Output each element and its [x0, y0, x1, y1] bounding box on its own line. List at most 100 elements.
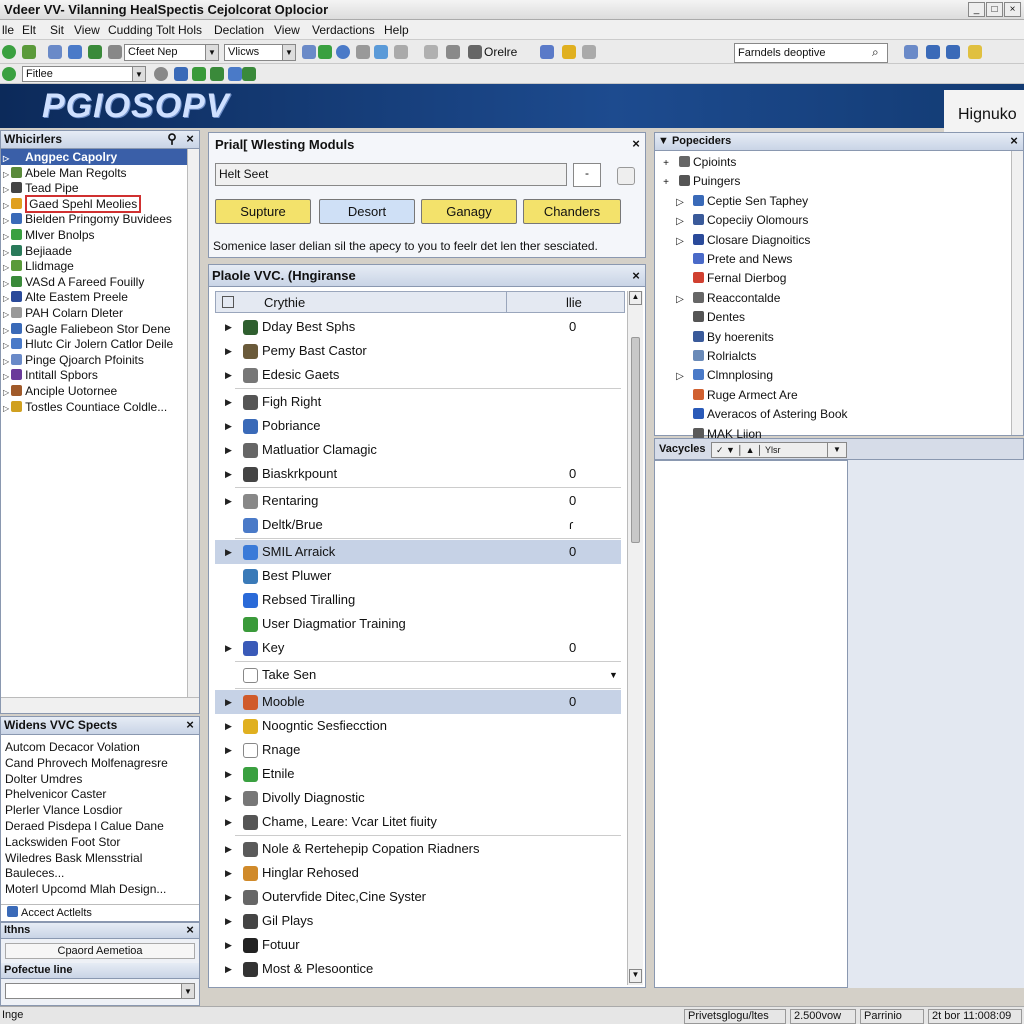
desort-button[interactable]: Desort [319, 199, 415, 224]
vvc-row[interactable]: ▶ SMIL Arraick 0 [215, 540, 621, 564]
expand-arrow-icon[interactable]: ▶ [225, 885, 232, 909]
close-icon[interactable]: × [1007, 134, 1021, 148]
footer-item[interactable]: Accect Actlelts [1, 904, 199, 921]
procedure-item[interactable]: + Cpioints [655, 153, 1011, 172]
expand-icon[interactable]: + [655, 173, 677, 192]
tree-item[interactable]: ▷ Gagle Faliebeon Stor Dene [1, 321, 199, 337]
vvc-row[interactable]: ▶ Mooble 0 [215, 690, 621, 714]
tree-item[interactable]: ▷ Llidmage [1, 258, 199, 274]
close-icon[interactable]: × [183, 718, 197, 732]
tree-item[interactable]: ▷ Alte Eastem Preele [1, 289, 199, 305]
info-icon[interactable] [228, 67, 242, 81]
search-icon[interactable]: ⚲ [165, 132, 179, 146]
expand-arrow-icon[interactable]: ▶ [225, 909, 232, 933]
expand-icon[interactable]: ▷ [3, 326, 9, 335]
folder-icon[interactable] [48, 45, 62, 59]
vvc-row[interactable]: ▶ Chame, Leare: Vcar Litet fiuity [215, 810, 621, 834]
expand-arrow-icon[interactable]: ▶ [225, 933, 232, 957]
expand-arrow-icon[interactable]: ▶ [225, 390, 232, 414]
left-scrollbar[interactable] [187, 149, 199, 697]
tree-item[interactable]: ▷ Mlver Bnolps [1, 227, 199, 243]
chevron-down-icon[interactable]: ▼ [181, 984, 194, 998]
vvc-row[interactable]: ▶ Pobriance [215, 414, 621, 438]
vvc-row[interactable]: ▶ Rnage [215, 738, 621, 762]
tree-item[interactable]: ▷ VASd A Fareed Fouilly [1, 274, 199, 290]
procedure-item[interactable]: Averacos of Astering Book [655, 405, 1011, 424]
tree-item[interactable]: ▷ Intitall Spbors [1, 367, 199, 383]
settings-icon[interactable] [582, 45, 596, 59]
chevron-down-icon[interactable]: ▼ [609, 663, 618, 687]
procedure-item[interactable]: ▷ Ceptie Sen Taphey [655, 192, 1011, 211]
vehicles-combo[interactable]: ✓ ▼ │ ▲ │ Ylsr [711, 442, 831, 458]
expand-arrow-icon[interactable]: ▶ [225, 738, 232, 762]
link-icon[interactable] [374, 45, 388, 59]
spec-item[interactable]: Phelvenicor Caster [5, 786, 195, 802]
col-name-header[interactable]: Crythie [264, 295, 305, 310]
vvc-row[interactable]: ▶ Edesic Gaets [215, 363, 621, 387]
select-all-checkbox[interactable] [222, 296, 234, 308]
nav-icon[interactable] [904, 45, 918, 59]
procedure-item[interactable]: Ruge Armect Are [655, 386, 1011, 405]
procedure-item[interactable]: + Puingers [655, 172, 1011, 191]
expand-icon[interactable]: ▷ [669, 232, 691, 251]
vvc-row[interactable]: ▶ Divolly Diagnostic [215, 786, 621, 810]
expand-arrow-icon[interactable]: ▶ [225, 786, 232, 810]
copy-icon[interactable] [356, 45, 370, 59]
expand-arrow-icon[interactable]: ▶ [225, 438, 232, 462]
menu-item[interactable]: View [274, 23, 300, 37]
expand-arrow-icon[interactable]: ▶ [225, 762, 232, 786]
search-icon[interactable]: ⌕ [872, 45, 879, 60]
expand-arrow-icon[interactable]: ▶ [225, 315, 232, 339]
tree-item[interactable]: ▷ PAH Colarn Dleter [1, 305, 199, 321]
tree-item[interactable]: ▷ Gaed Spehl Meolies [1, 194, 199, 213]
expand-icon[interactable]: ▷ [3, 357, 9, 366]
check-icon[interactable] [192, 67, 206, 81]
ganagy-button[interactable]: Ganagy [421, 199, 517, 224]
star-icon[interactable] [968, 45, 982, 59]
vvc-row[interactable]: ▶ Most & Plesoontice [215, 957, 621, 981]
spec-item[interactable]: Lackswiden Foot Stor [5, 834, 195, 850]
spec-item[interactable]: Moterl Upcomd Mlah Design... [5, 881, 195, 897]
grid-icon[interactable] [302, 45, 316, 59]
procedure-item[interactable]: Dentes [655, 308, 1011, 327]
vvc-row[interactable]: ▶ Hinglar Rehosed [215, 861, 621, 885]
menu-item[interactable]: View [74, 23, 100, 37]
expand-arrow-icon[interactable]: ▶ [225, 810, 232, 834]
views-combo[interactable]: Vlicws ▼ [224, 44, 296, 61]
procedure-item[interactable]: Prete and News [655, 250, 1011, 269]
menu-item[interactable]: Cudding [108, 23, 153, 37]
tree-item[interactable]: ▷ Anciple Uotornee [1, 383, 199, 399]
spec-item[interactable]: Cand Phrovech Molfenagresre [5, 755, 195, 771]
clock-icon[interactable] [154, 67, 168, 81]
maximize-button[interactable]: □ [986, 2, 1003, 17]
close-icon[interactable]: × [629, 269, 643, 283]
chevron-down-icon[interactable]: ▼ [132, 67, 145, 81]
tools-icon[interactable] [424, 45, 438, 59]
procedure-item[interactable]: ▷ Reaccontalde [655, 289, 1011, 308]
filter-combo[interactable]: Fitlee ▼ [22, 66, 146, 82]
tree-item[interactable]: ▷ Angpec Capolry [1, 149, 199, 165]
expand-arrow-icon[interactable]: ▶ [225, 714, 232, 738]
expand-arrow-icon[interactable]: ▶ [225, 414, 232, 438]
vvc-row[interactable]: Best Pluwer [215, 564, 621, 588]
close-icon[interactable]: × [183, 923, 197, 937]
expand-icon[interactable]: ▷ [3, 372, 9, 381]
procedure-item[interactable]: ▷ Copeciiy Olomours [655, 211, 1011, 230]
module-settings-icon[interactable] [617, 167, 635, 185]
menu-item[interactable]: Sit [50, 23, 64, 37]
spec-item[interactable]: Dolter Umdres [5, 771, 195, 787]
vvc-row[interactable]: ▶ Figh Right [215, 390, 621, 414]
vvc-row[interactable]: ▶ Rentaring 0 [215, 489, 621, 513]
items-panel-button[interactable]: Cpaord Aemetioa [5, 943, 195, 959]
vvc-row[interactable]: ▶ Gil Plays [215, 909, 621, 933]
vvc-row[interactable]: Rebsed Tiralling [215, 588, 621, 612]
search-input[interactable]: Farndels deoptive [734, 43, 888, 63]
supture-button[interactable]: Supture [215, 199, 311, 224]
close-window-button[interactable]: × [1004, 2, 1021, 17]
vvc-scrollbar[interactable]: ▲ ▼ [627, 291, 643, 985]
tree-item[interactable]: ▷ Abele Man Regolts [1, 165, 199, 181]
tree-item[interactable]: ▷ Bielden Pringomy Buvidees [1, 211, 199, 227]
menu-item[interactable]: lle [2, 23, 14, 37]
expand-icon[interactable]: ▷ [3, 154, 9, 163]
expand-arrow-icon[interactable]: ▶ [225, 540, 232, 564]
